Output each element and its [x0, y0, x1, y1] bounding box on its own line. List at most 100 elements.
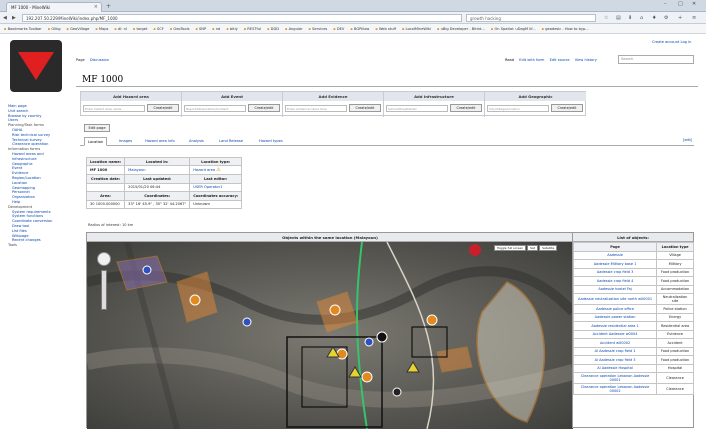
object-page-link[interactable]: Aadessie Military base 1	[572, 259, 658, 269]
page-tabs: Page Discussion	[76, 58, 113, 62]
object-page-link[interactable]: Aadessie hostel Faj	[572, 284, 658, 294]
minimize-icon[interactable]: –	[664, 1, 667, 7]
browser-tab[interactable]: MF 1000 - MineWiki ×	[6, 2, 102, 12]
bookmark-item[interactable]: GeoVillage	[66, 27, 89, 31]
view-tabs: Read Edit with form Edit source View his…	[505, 58, 601, 62]
bookmark-item[interactable]: nd	[212, 27, 221, 31]
object-page-link[interactable]: Aadessie	[572, 250, 658, 260]
object-page-link[interactable]: Aadessie power station	[572, 312, 658, 322]
satellite-map[interactable]: Toggle full screen Sat Satellite	[87, 242, 573, 429]
bookmark-item[interactable]: RESTful	[244, 27, 261, 31]
back-icon[interactable]: ◀	[3, 15, 7, 21]
forward-icon[interactable]: ▶	[12, 15, 16, 21]
bookmark-item[interactable]: Services	[309, 27, 327, 31]
map-type-sat-button[interactable]: Sat	[527, 245, 539, 251]
create-edit-button[interactable]: Create/edit	[551, 104, 583, 112]
close-window-icon[interactable]: ✕	[692, 1, 696, 7]
browser-search-input[interactable]: growth hacking	[466, 14, 596, 22]
object-page-link[interactable]: Clearance operation Lebanon Aadessie 000…	[572, 383, 658, 395]
object-page-link[interactable]: Aadessie residential area 1	[572, 321, 658, 331]
edit-page-button[interactable]: Edit page	[84, 124, 110, 132]
url-input[interactable]: 192.207.50.229/MineWiki/index.php/MF_100…	[22, 14, 462, 22]
tab-hazard-area-info[interactable]: Hazard area info	[142, 137, 178, 146]
bookmark-item[interactable]: BGPillow	[350, 27, 369, 31]
tab-location[interactable]: Location	[84, 137, 108, 146]
home-icon[interactable]: ⌂	[640, 15, 643, 21]
addon-icon[interactable]: ♦	[652, 15, 656, 21]
object-page-link[interactable]: Al Aadessie crop field 1	[572, 346, 658, 356]
tab-edit-with-form[interactable]: Edit with form	[519, 58, 544, 62]
toggle-fullscreen-button[interactable]: Toggle full screen	[494, 245, 527, 251]
tab-view-history[interactable]: View history	[575, 58, 597, 62]
bookmark-item[interactable]: Maps	[95, 27, 108, 31]
user-account-links[interactable]: Create account Log in	[652, 40, 691, 44]
tab-images[interactable]: Images	[116, 137, 135, 146]
object-page-link[interactable]: Al Aadessie Hospital	[572, 363, 658, 373]
object-page-link[interactable]: Aadessie crop field 4	[572, 276, 658, 286]
bookmark-item[interactable]: target	[133, 27, 147, 31]
last-editor-link[interactable]: USER Operator1	[189, 182, 243, 193]
bookmark-item[interactable]: Bookmarks Toolbar	[4, 27, 42, 31]
add-icon[interactable]: +	[678, 15, 682, 21]
bookmark-item[interactable]: Angular	[285, 27, 303, 31]
new-tab-button[interactable]: +	[106, 3, 111, 10]
create-edit-button[interactable]: Create/edit	[248, 104, 280, 112]
bookmark-item[interactable]: Web stuff	[375, 27, 396, 31]
create-edit-button[interactable]: Create/edit	[450, 104, 482, 112]
tab-read[interactable]: Read	[505, 58, 514, 62]
wiki-search-input[interactable]: Search	[618, 55, 694, 64]
object-page-link[interactable]: Aadessie neutralization site north w0000…	[572, 293, 658, 305]
map-zoom-slider[interactable]	[101, 270, 107, 310]
evidence-input[interactable]: Enter evidence name here	[285, 105, 347, 112]
tab-edit-source[interactable]: Edit source	[550, 58, 570, 62]
reading-list-icon[interactable]: ▤	[616, 15, 621, 21]
infrastructure-input[interactable]: School/Hospital/etc	[386, 105, 448, 112]
sidebar-item[interactable]: Hazard areas and infrastructure	[8, 152, 68, 162]
download-icon[interactable]: ⬇	[628, 15, 632, 21]
event-input[interactable]: Report/Observation/Incident	[184, 105, 246, 112]
hazard-area-input[interactable]: Enter hazard area name	[83, 105, 145, 112]
bookmark-item[interactable]: LocalMineWiki	[402, 27, 431, 31]
tab-page[interactable]: Page	[76, 58, 85, 62]
map-type-satellite-button[interactable]: Satellite	[539, 245, 558, 251]
menu-icon[interactable]: ≡	[692, 15, 696, 21]
bookmark-item[interactable]: DEV	[333, 27, 345, 31]
object-page-link[interactable]: Aadessie crop field 3	[572, 267, 658, 277]
bookmark-item[interactable]: SCF	[153, 27, 164, 31]
column-header-page[interactable]: Page	[572, 242, 658, 252]
bookmark-item[interactable]: Gilkg	[48, 27, 60, 31]
located-in-link[interactable]: Malayoun	[124, 165, 191, 176]
bookmark-item[interactable]: uBlg Developer - Bitrid...	[437, 27, 485, 31]
table-row: Aadessie crop field 4 Food production	[572, 276, 694, 286]
location-type-link[interactable]: Hazard area	[193, 168, 215, 172]
settings-icon[interactable]: ⚙	[664, 15, 668, 21]
bookmark-item[interactable]: dl: nl	[114, 27, 127, 31]
sidebar-section-tools[interactable]: Tools	[8, 243, 68, 248]
bookmark-item[interactable]: bitly	[226, 27, 238, 31]
map-pan-control[interactable]	[97, 252, 111, 266]
create-edit-button[interactable]: Create/edit	[349, 104, 381, 112]
tab-analysis[interactable]: Analysis	[186, 137, 207, 146]
edit-link[interactable]: [edit]	[683, 138, 692, 142]
tab-hazard-types[interactable]: Hazard types	[256, 137, 286, 146]
bookmark-item[interactable]: SNP	[195, 27, 206, 31]
object-page-link[interactable]: Al Aadessie crop field 3	[572, 355, 658, 365]
object-page-link[interactable]: Accident w00002	[572, 338, 658, 348]
create-edit-button[interactable]: Create/edit	[147, 104, 179, 112]
bookmark-item[interactable]: On Spatial: uDagM lif...	[491, 27, 535, 31]
column-header-location-type[interactable]: Location type	[656, 242, 694, 252]
tab-land-release[interactable]: Land Release	[216, 137, 246, 146]
object-page-link[interactable]: Aadessie police office	[572, 304, 658, 314]
bookmark-star-icon[interactable]: ☆	[604, 15, 608, 21]
object-page-link[interactable]: Clearance operation Lebanon Aadessie 000…	[572, 372, 658, 384]
bookmark-item[interactable]: geodesic - How to byp...	[542, 27, 588, 31]
geographic-input[interactable]: City/Village/Location	[487, 105, 549, 112]
object-page-link[interactable]: Accident Aadessie w0004	[572, 329, 658, 339]
close-icon[interactable]: ×	[94, 4, 98, 10]
navigation-bar: ◀ ▶ 192.207.50.229/MineWiki/index.php/MF…	[0, 12, 706, 24]
site-logo[interactable]	[10, 40, 62, 92]
bookmark-item[interactable]: GeoTools	[170, 27, 189, 31]
bookmark-item[interactable]: DDD	[267, 27, 279, 31]
tab-discussion[interactable]: Discussion	[90, 58, 109, 62]
maximize-icon[interactable]: □	[678, 1, 683, 7]
